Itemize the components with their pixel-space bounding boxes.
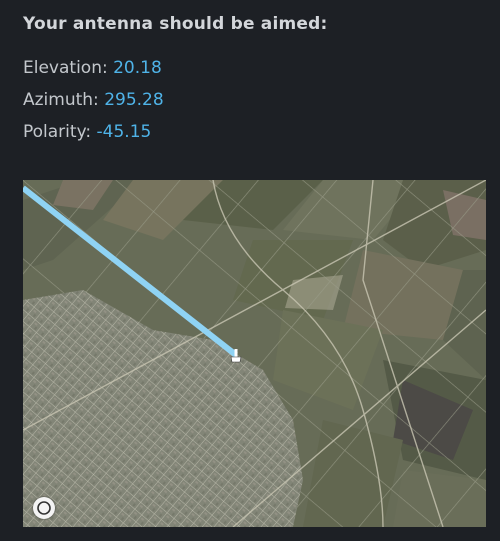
satellite-map[interactable] bbox=[23, 180, 486, 527]
polarity-row: Polarity: -45.15 bbox=[23, 122, 151, 142]
elevation-label: Elevation: bbox=[23, 58, 108, 78]
azimuth-label: Azimuth: bbox=[23, 90, 99, 110]
elevation-value: 20.18 bbox=[113, 58, 162, 78]
elevation-row: Elevation: 20.18 bbox=[23, 58, 162, 78]
azimuth-row: Azimuth: 295.28 bbox=[23, 90, 164, 110]
polarity-label: Polarity: bbox=[23, 122, 92, 142]
map-imagery bbox=[23, 180, 486, 527]
page-title: Your antenna should be aimed: bbox=[23, 14, 328, 34]
polarity-value: -45.15 bbox=[96, 122, 152, 142]
azimuth-value: 295.28 bbox=[104, 90, 164, 110]
compass-icon[interactable] bbox=[33, 497, 55, 519]
